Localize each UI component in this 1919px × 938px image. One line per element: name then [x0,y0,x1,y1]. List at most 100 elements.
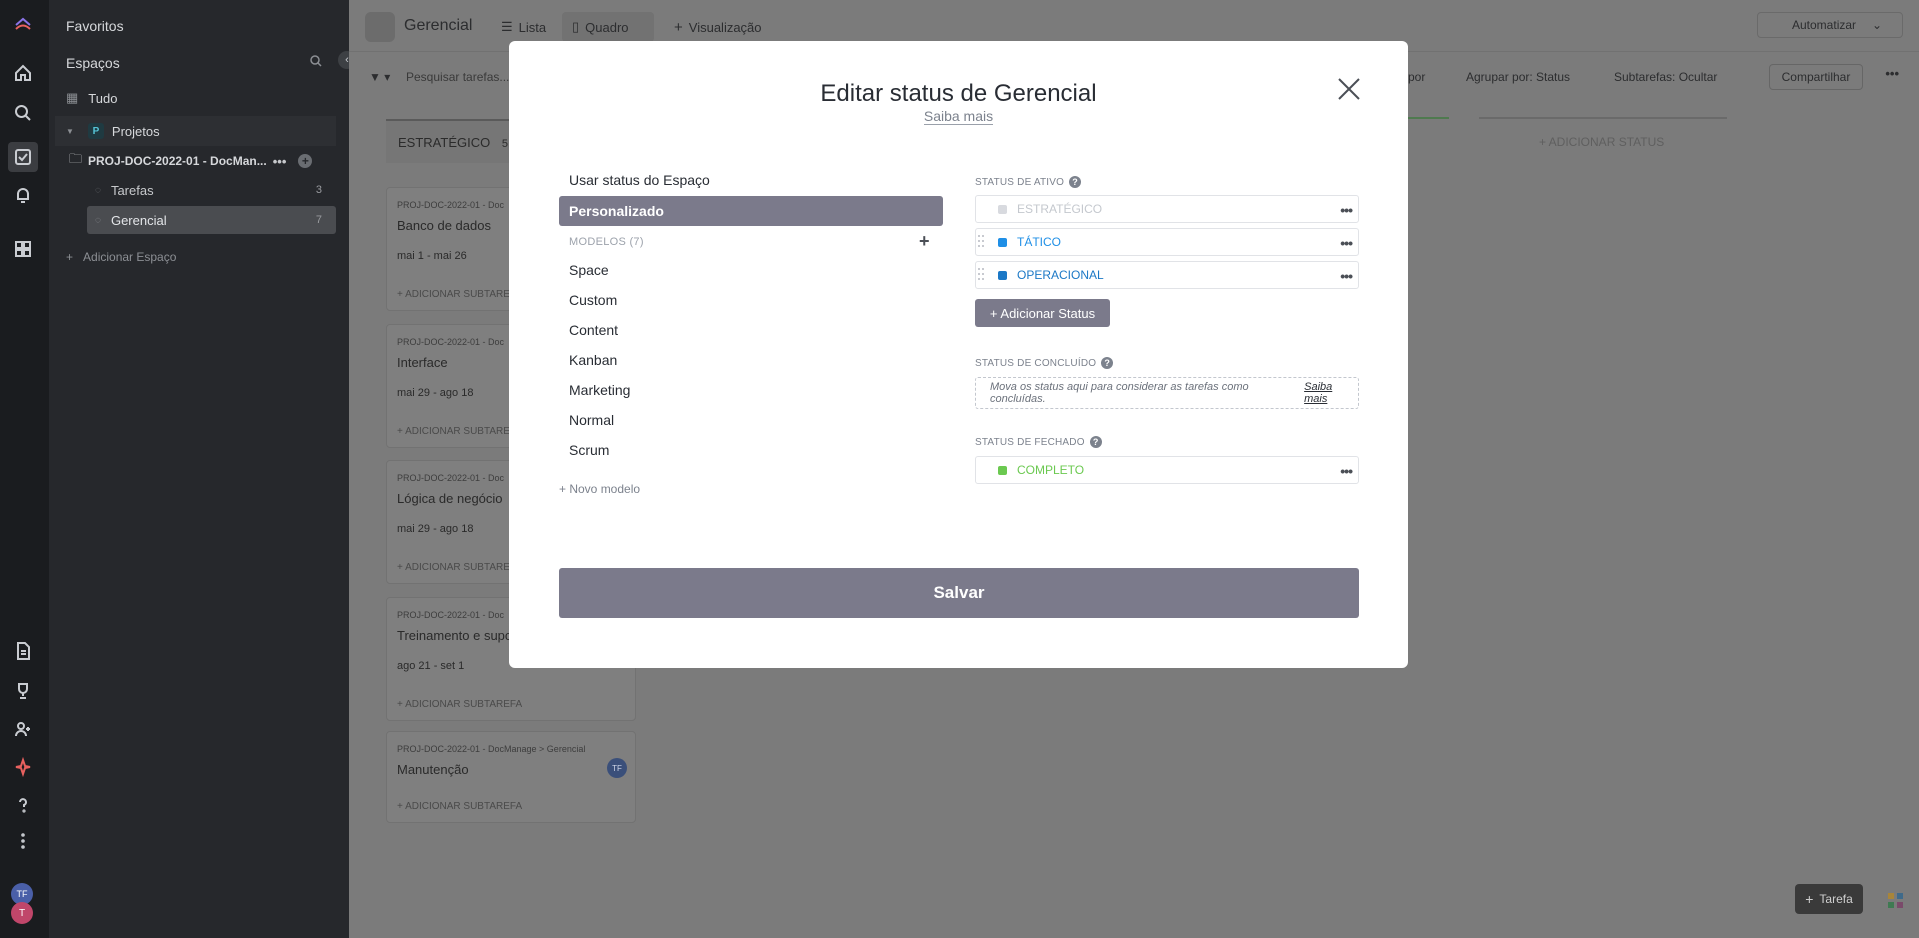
status-row-estrategico[interactable]: ESTRATÉGICO ••• [975,195,1359,223]
tasks-icon[interactable] [8,142,38,172]
status-color-swatch[interactable] [998,271,1007,280]
filter-icon[interactable]: ▼ ▾ [369,70,390,84]
add-template-icon[interactable]: + [919,231,930,252]
sidebar-folder[interactable]: 🗀 PROJ-DOC-2022-01 - DocMan... ••• + [69,149,339,173]
save-button[interactable]: Salvar [559,568,1359,618]
card-path: PROJ-DOC-2022-01 - Doc [397,337,505,347]
add-status-button[interactable]: + Adicionar Status [975,299,1110,327]
add-subtask-button[interactable]: + ADICIONAR SUBTAREFA [397,699,522,710]
workspace-avatar[interactable]: T [11,902,33,924]
add-subtask-button[interactable]: + ADICIONAR SUBTAREFA [397,562,522,573]
new-task-button[interactable]: + Tarefa [1795,884,1863,914]
plus-icon: + [674,19,683,36]
card-name: Manutenção [397,762,469,777]
add-status-column-button[interactable]: + ADICIONAR STATUS [1539,135,1664,149]
learn-more-link[interactable]: Saiba mais [923,108,994,125]
share-button[interactable]: Compartilhar [1769,64,1863,90]
task-card[interactable]: PROJ-DOC-2022-01 - DocManage > Gerencial… [386,731,636,823]
spaces-heading[interactable]: Espaços [66,55,120,71]
more-vertical-icon[interactable] [12,830,34,852]
status-row-operacional[interactable]: OPERACIONAL ••• [975,261,1359,289]
dropzone-learn-more-link[interactable]: Saiba mais [1304,381,1358,405]
help-icon[interactable]: ? [1069,176,1082,188]
custom-statuses-option[interactable]: Personalizado [559,196,943,226]
invite-user-icon[interactable] [12,718,34,740]
active-status-heading: STATUS DE ATIVO ? [975,176,1082,188]
trophy-icon[interactable] [12,680,34,702]
group-by-dropdown[interactable]: Agrupar por: Status [1466,70,1570,84]
apps-grid-icon[interactable] [1887,892,1905,910]
card-name: Treinamento e supo [397,628,513,643]
status-name[interactable]: OPERACIONAL [1017,268,1104,282]
add-in-folder-icon[interactable]: + [298,154,313,168]
status-color-swatch[interactable] [998,466,1007,475]
home-icon[interactable] [12,62,34,84]
status-name[interactable]: COMPLETO [1017,463,1084,477]
ai-sparkle-icon[interactable] [12,756,34,778]
card-path: PROJ-DOC-2022-01 - Doc [397,200,505,210]
plus-icon: + [66,250,74,264]
subtasks-dropdown[interactable]: Subtarefas: Ocultar [1614,70,1717,84]
status-more-icon[interactable]: ••• [1340,235,1353,251]
notifications-icon[interactable] [12,184,34,206]
column-count: 5 [501,138,508,150]
dashboards-icon[interactable] [12,238,34,260]
tab-lista[interactable]: ☰ Lista [501,19,546,35]
list-icon: ☰ [501,19,513,34]
caret-down-icon: ▼ [66,126,74,136]
tab-quadro[interactable]: ▯ Quadro [572,19,629,35]
card-dates: ago 21 - set 1 [397,660,465,672]
status-row-tatico[interactable]: TÁTICO ••• [975,228,1359,256]
status-more-icon[interactable]: ••• [1340,268,1353,284]
status-more-icon[interactable]: ••• [1340,202,1353,218]
automate-button[interactable]: Automatizar ⌄ [1757,12,1903,38]
sidebar-item-label: Tarefas [110,182,154,198]
add-space-label: Adicionar Espaço [83,250,177,264]
folder-more-icon[interactable]: ••• [273,154,287,169]
list-view-icon[interactable] [365,12,395,42]
group-label-partial[interactable]: por [1408,70,1425,84]
add-subtask-button[interactable]: + ADICIONAR SUBTAREFA [397,289,522,300]
sidebar-space-projetos[interactable]: ▼ P Projetos [66,119,160,143]
template-marketing[interactable]: Marketing [559,375,943,405]
card-dates: mai 29 - ago 18 [397,387,474,399]
new-template-button[interactable]: + Novo modelo [559,482,640,496]
assignee-avatar[interactable]: TF [607,758,627,778]
sidebar-item-label: Tudo [88,90,118,106]
dropzone-hint: Mova os status aqui para considerar as t… [990,381,1249,405]
search-spaces-icon[interactable] [309,54,323,68]
template-kanban[interactable]: Kanban [559,345,943,375]
app-logo-icon[interactable] [12,12,34,34]
add-subtask-button[interactable]: + ADICIONAR SUBTAREFA [397,801,522,812]
template-scrum[interactable]: Scrum [559,435,943,465]
sidebar-item-count: 7 [315,214,322,226]
status-row-completo[interactable]: COMPLETO ••• [975,456,1359,484]
search-tasks-input[interactable]: Pesquisar tarefas... [406,70,509,84]
tab-visualizacao[interactable]: + Visualização [674,19,762,36]
add-space-button[interactable]: + Adicionar Espaço [66,245,176,269]
help-icon[interactable] [12,794,34,816]
docs-icon[interactable] [12,640,34,662]
help-icon[interactable]: ? [1089,436,1102,448]
template-content[interactable]: Content [559,315,943,345]
favorites-heading[interactable]: Favoritos [66,18,124,34]
status-more-icon[interactable]: ••• [1340,463,1353,479]
status-color-swatch[interactable] [998,205,1007,214]
add-subtask-button[interactable]: + ADICIONAR SUBTAREFA [397,426,522,437]
use-space-statuses-option[interactable]: Usar status do Espaço [559,165,943,195]
sidebar-item-gerencial[interactable]: ◌ Gerencial 7 [87,208,336,232]
space-badge: P [87,123,104,139]
sidebar-item-tarefas[interactable]: ◌ Tarefas 3 [87,178,336,202]
template-normal[interactable]: Normal [559,405,943,435]
done-status-dropzone[interactable]: Mova os status aqui para considerar as t… [975,377,1359,409]
status-name[interactable]: ESTRATÉGICO [1017,202,1102,216]
search-icon[interactable] [12,102,34,124]
close-icon[interactable] [1336,76,1362,102]
template-space[interactable]: Space [559,255,943,285]
more-options-icon[interactable]: ••• [1885,66,1899,81]
sidebar-item-tudo[interactable]: ▦ Tudo [66,86,117,110]
status-name[interactable]: TÁTICO [1017,235,1061,249]
status-color-swatch[interactable] [998,238,1007,247]
help-icon[interactable]: ? [1101,357,1114,369]
template-custom[interactable]: Custom [559,285,943,315]
